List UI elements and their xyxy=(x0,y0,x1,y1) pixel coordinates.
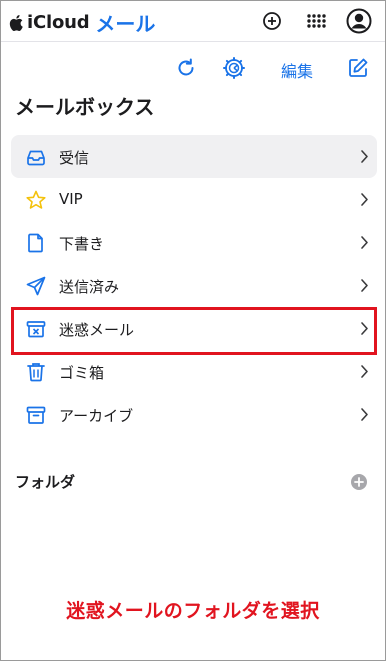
brand-mail-text: メール xyxy=(95,12,156,36)
archive-icon xyxy=(26,406,46,424)
refresh-icon[interactable] xyxy=(175,57,197,79)
brand-logo[interactable]: iCloud メール xyxy=(9,8,155,37)
app-frame: iCloud メール 編集 メールボックス 受信 VIP 下書き 送信済み 迷惑… xyxy=(0,0,386,661)
account-avatar-icon[interactable] xyxy=(346,8,372,34)
mailbox-label: 受信 xyxy=(59,149,90,167)
brand-icloud-text: iCloud xyxy=(27,12,90,33)
mailbox-toolbar: 編集 xyxy=(1,49,385,89)
settings-gear-icon[interactable] xyxy=(223,57,245,79)
chevron-right-icon xyxy=(361,365,368,378)
compose-icon[interactable] xyxy=(347,57,369,79)
chevron-right-icon xyxy=(361,150,368,163)
mailbox-row-vip[interactable]: VIP xyxy=(11,178,377,221)
mailbox-row-inbox[interactable]: 受信 xyxy=(11,135,377,178)
mailbox-row-archive[interactable]: アーカイブ xyxy=(11,393,377,436)
mailbox-label: ゴミ箱 xyxy=(59,364,105,382)
chevron-right-icon xyxy=(361,193,368,206)
mailbox-row-trash[interactable]: ゴミ箱 xyxy=(11,350,377,393)
star-icon xyxy=(26,190,46,209)
top-header: iCloud メール xyxy=(1,1,385,42)
add-circle-icon[interactable] xyxy=(260,9,284,33)
mailbox-label: アーカイブ xyxy=(59,407,134,425)
chevron-right-icon xyxy=(361,279,368,292)
app-grid-icon[interactable] xyxy=(304,9,328,33)
folders-heading: フォルダ xyxy=(15,473,76,491)
mailbox-label: 下書き xyxy=(59,235,105,253)
chevron-right-icon xyxy=(361,408,368,421)
mailbox-label: VIP xyxy=(59,190,83,208)
instruction-caption: 迷惑メールのフォルダを選択 xyxy=(66,600,320,622)
trash-icon xyxy=(27,363,45,382)
document-icon xyxy=(28,233,43,253)
edit-button[interactable]: 編集 xyxy=(281,58,313,82)
add-folder-icon[interactable] xyxy=(350,473,368,491)
mailboxes-heading: メールボックス xyxy=(15,95,155,119)
mailbox-row-sent[interactable]: 送信済み xyxy=(11,264,377,307)
mailbox-list: 受信 VIP 下書き 送信済み 迷惑メール ゴミ箱 アーカイブ xyxy=(11,135,377,436)
mailbox-row-drafts[interactable]: 下書き xyxy=(11,221,377,264)
inbox-icon xyxy=(27,150,45,166)
apple-logo-icon xyxy=(9,14,23,31)
chevron-right-icon xyxy=(361,236,368,249)
mailbox-label: 送信済み xyxy=(59,278,120,296)
junk-highlight-box xyxy=(11,307,377,355)
paper-plane-icon xyxy=(26,276,46,296)
